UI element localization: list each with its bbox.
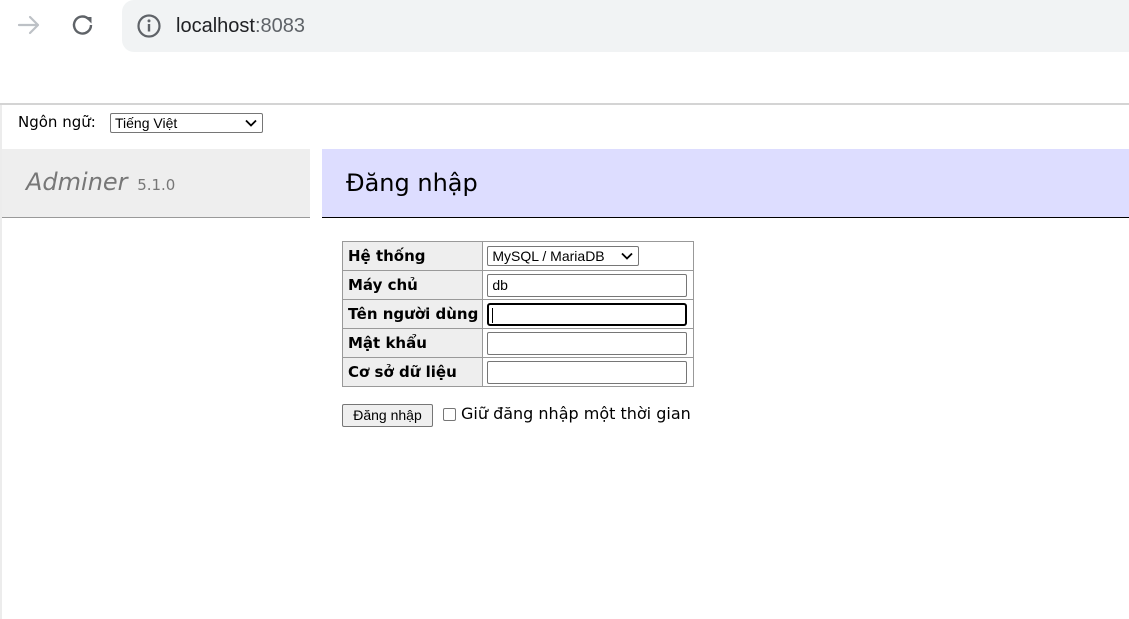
url-port: :8083 [254, 15, 305, 37]
content-header: Đăng nhập [322, 149, 1129, 218]
chevron-down-icon [621, 252, 633, 260]
system-select[interactable]: MySQL / MariaDB [487, 246, 640, 266]
chevron-down-icon [245, 119, 257, 127]
url-host: localhost [176, 15, 255, 37]
username-row: Tên người dùng [341, 299, 695, 329]
system-label: Hệ thống [341, 241, 484, 271]
login-button[interactable]: Đăng nhập [342, 404, 433, 427]
address-url[interactable]: localhost:8083 [176, 13, 305, 39]
version: 5.1.0 [137, 176, 176, 194]
chrome-divider [0, 103, 1129, 105]
password-input[interactable] [487, 331, 688, 355]
server-label: Máy chủ [341, 270, 484, 300]
server-input[interactable]: db [487, 273, 688, 297]
username-input[interactable] [487, 302, 688, 326]
page-title: Đăng nhập [346, 169, 478, 197]
brand-name[interactable]: Adminer [26, 168, 128, 196]
language-selected: Tiếng Việt [115, 115, 178, 131]
database-row: Cơ sở dữ liệu [341, 357, 695, 387]
server-row: Máy chủ db [341, 270, 695, 300]
permanent-login-checkbox[interactable] [443, 408, 456, 421]
brand[interactable]: Adminer 5.1.0 [26, 166, 175, 201]
password-row: Mật khẩu [341, 328, 695, 358]
menu-header: Adminer 5.1.0 [2, 149, 310, 218]
database-label: Cơ sở dữ liệu [341, 357, 484, 387]
language-select[interactable]: Tiếng Việt [110, 113, 263, 133]
password-label: Mật khẩu [341, 328, 484, 358]
system-row: Hệ thống MySQL / MariaDB [341, 241, 695, 271]
forward-icon[interactable] [14, 10, 44, 40]
username-label: Tên người dùng [341, 299, 484, 329]
language-label: Ngôn ngữ: [18, 113, 96, 131]
permanent-login-label[interactable]: Giữ đăng nhập một thời gian [461, 404, 691, 424]
reload-icon[interactable] [68, 10, 98, 40]
info-icon[interactable] [136, 13, 162, 39]
browser-toolbar: localhost:8083 [0, 0, 1129, 52]
login-table: Hệ thống MySQL / MariaDB Máy chủ db Tên … [341, 241, 695, 387]
text-caret [492, 307, 494, 323]
system-selected: MySQL / MariaDB [492, 248, 605, 264]
database-input[interactable] [487, 360, 688, 384]
